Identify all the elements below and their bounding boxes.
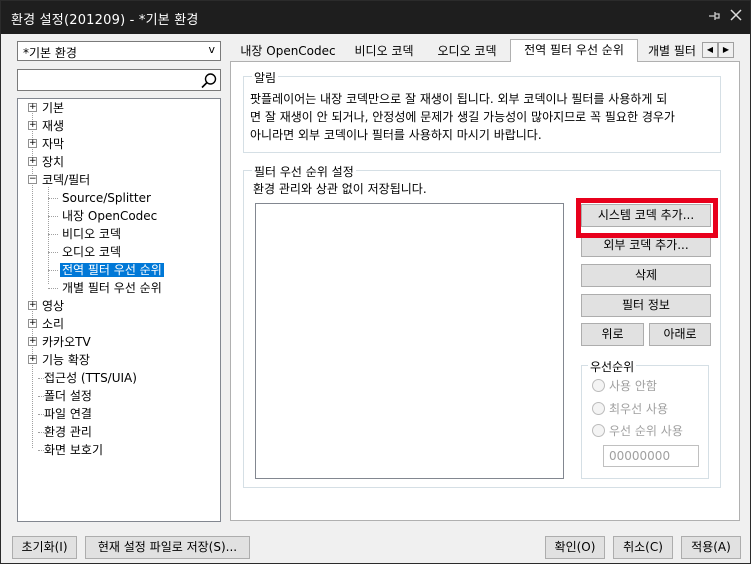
reset-button[interactable]: 초기화(I)	[12, 536, 77, 559]
tab-internal-opencodec[interactable]: 내장 OpenCodec	[234, 41, 342, 61]
radio-circle-icon	[592, 379, 605, 392]
filter-list[interactable]	[255, 203, 564, 479]
priority-value-input[interactable]: 00000000	[603, 445, 699, 467]
profile-select[interactable]: *기본 환경 v	[17, 41, 221, 61]
filter-info-button[interactable]: 필터 정보	[581, 294, 711, 317]
tree-item-internal-opencodec[interactable]: 내장 OpenCodec	[62, 207, 157, 225]
cancel-button[interactable]: 취소(C)	[613, 536, 673, 559]
notice-line: 면 잘 재생이 안 되거나, 안정성에 문제가 생길 가능성이 많아지므로 꼭 …	[250, 110, 675, 124]
title-bar[interactable]: 환경 설정(201209) - *기본 환경	[1, 1, 750, 34]
notice-group: 알림 팟플레이어는 내장 코덱만으로 잘 재생이 됩니다. 외부 코덱이나 필터…	[243, 69, 721, 153]
tree-item-source-splitter[interactable]: Source/Splitter	[62, 189, 151, 207]
tree-item-label: 기능 확장	[42, 353, 90, 367]
tab-strip: 내장 OpenCodec 비디오 코덱 오디오 코덱 전역 필터 우선 순위 개…	[230, 39, 740, 62]
tree-item-label: 소리	[42, 317, 65, 331]
radio-label: 최우선 사용	[609, 402, 669, 416]
tree-item-label: 자막	[42, 137, 65, 151]
tree-item-audio-codec[interactable]: 오디오 코덱	[62, 243, 121, 261]
expand-icon[interactable]: +	[28, 301, 37, 310]
tree-item-file-association[interactable]: 파일 연결	[44, 405, 92, 423]
ok-button[interactable]: 확인(O)	[545, 536, 605, 559]
radio-not-used[interactable]: 사용 안함	[592, 378, 657, 394]
search-input[interactable]	[17, 69, 221, 91]
tab-video-codec[interactable]: 비디오 코덱	[344, 41, 424, 61]
tree-item-global-filter-priority[interactable]: 전역 필터 우선 순위	[60, 261, 164, 279]
expand-icon[interactable]: +	[28, 355, 37, 364]
radio-highest-priority[interactable]: 최우선 사용	[592, 401, 668, 417]
tree-item-label: 전역 필터 우선 순위	[60, 263, 164, 277]
tree-item-accessibility[interactable]: 접근성 (TTS/UIA)	[44, 369, 137, 387]
tree-item-label: 접근성 (TTS/UIA)	[44, 371, 137, 385]
settings-tree[interactable]: + 기본 + 재생 + 자막 + 장치 − 코덱/필터 Source/Split…	[17, 98, 221, 522]
radio-label: 사용 안함	[609, 379, 657, 393]
tab-individual-filter[interactable]: 개별 필터	[642, 41, 700, 61]
tree-item-label: 폴더 설정	[44, 389, 92, 403]
profile-select-value: *기본 환경	[23, 46, 77, 60]
expand-icon[interactable]: +	[28, 157, 37, 166]
expand-icon[interactable]: +	[28, 337, 37, 346]
tree-item-label: 재생	[42, 119, 65, 133]
tree-item-video-codec[interactable]: 비디오 코덱	[62, 225, 121, 243]
tree-item-label: 개별 필터 우선 순위	[62, 281, 162, 295]
expand-icon[interactable]: +	[28, 103, 37, 112]
expand-icon[interactable]: +	[28, 139, 37, 148]
chevron-down-icon: v	[208, 43, 215, 56]
tree-item-screensaver[interactable]: 화면 보호기	[44, 441, 103, 459]
collapse-icon[interactable]: −	[28, 175, 37, 184]
radio-use-priority[interactable]: 우선 순위 사용	[592, 423, 683, 439]
apply-button[interactable]: 적용(A)	[681, 536, 741, 559]
priority-value: 00000000	[609, 449, 671, 463]
tree-item-label: 내장 OpenCodec	[62, 209, 158, 223]
tree-item-label: 오디오 코덱	[62, 245, 122, 259]
tab-global-filter-priority[interactable]: 전역 필터 우선 순위	[510, 39, 638, 62]
tree-item-profile-management[interactable]: 환경 관리	[44, 423, 92, 441]
radio-circle-icon	[592, 424, 605, 437]
tree-item-label: 기본	[42, 101, 65, 115]
tree-item-folder-settings[interactable]: 폴더 설정	[44, 387, 92, 405]
move-down-button[interactable]: 아래로	[649, 323, 711, 346]
expand-icon[interactable]: +	[28, 121, 37, 130]
tree-item-label: 화면 보호기	[44, 443, 104, 457]
filter-priority-title: 필터 우선 순위 설정	[252, 163, 356, 180]
tab-scroll-right-icon[interactable]: ▶	[718, 42, 734, 58]
tree-item-label: Source/Splitter	[62, 191, 151, 205]
tree-item-label: 장치	[42, 155, 65, 169]
save-to-file-button[interactable]: 현재 설정 파일로 저장(S)...	[85, 536, 250, 559]
delete-button[interactable]: 삭제	[581, 264, 711, 287]
pin-icon[interactable]	[707, 9, 721, 27]
tree-item-label: 비디오 코덱	[62, 227, 122, 241]
radio-label: 우선 순위 사용	[609, 424, 683, 438]
notice-title: 알림	[252, 69, 279, 86]
tree-item-label: 카카오TV	[42, 335, 91, 349]
search-icon[interactable]	[200, 72, 218, 90]
radio-circle-icon	[592, 402, 605, 415]
move-up-button[interactable]: 위로	[581, 323, 644, 346]
tree-item-label: 환경 관리	[44, 425, 92, 439]
notice-line: 팟플레이어는 내장 코덱만으로 잘 재생이 됩니다. 외부 코덱이나 필터를 사…	[250, 92, 668, 106]
tree-item-label: 영상	[42, 299, 65, 313]
expand-icon[interactable]: +	[28, 319, 37, 328]
window-title: 환경 설정(201209) - *기본 환경	[11, 13, 199, 28]
tab-audio-codec[interactable]: 오디오 코덱	[426, 41, 508, 61]
tab-scroll-left-icon[interactable]: ◀	[702, 42, 718, 58]
notice-line: 아니라면 외부 코덱이나 필터를 사용하지 마시기 바랍니다.	[250, 128, 542, 142]
tree-item-individual-filter-priority[interactable]: 개별 필터 우선 순위	[62, 279, 162, 297]
close-icon[interactable]	[730, 9, 742, 25]
tree-item-label: 파일 연결	[44, 407, 92, 421]
tree-item-label: 코덱/필터	[42, 173, 91, 187]
priority-group-title: 우선순위	[588, 358, 637, 375]
settings-window: 환경 설정(201209) - *기본 환경 *기본 환경 v + 기본 + 재…	[0, 0, 751, 564]
filter-priority-description: 환경 관리와 상관 없이 저장됩니다.	[253, 182, 427, 196]
highlight-box	[576, 198, 718, 238]
